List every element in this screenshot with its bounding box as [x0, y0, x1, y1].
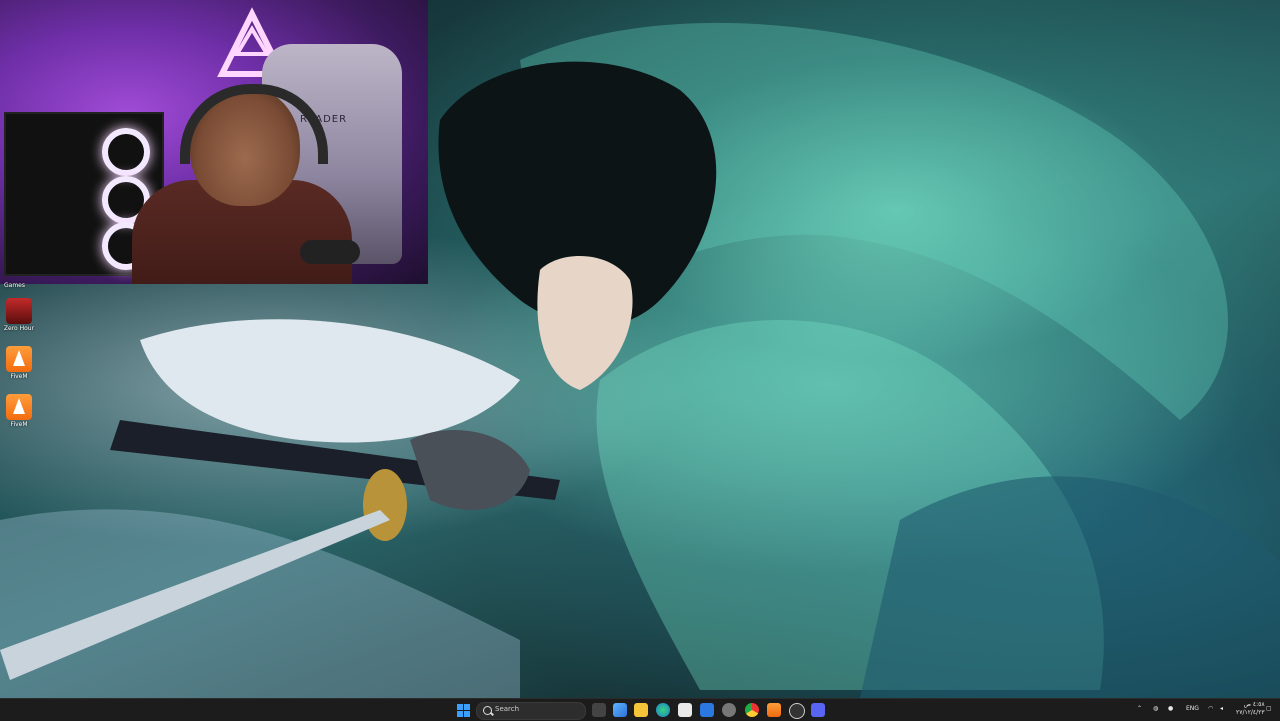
file-explorer-icon[interactable]: [634, 703, 648, 717]
store-icon[interactable]: [678, 703, 692, 717]
discord-icon[interactable]: [811, 703, 825, 717]
obs-icon[interactable]: [789, 703, 805, 719]
desktop-icon-fivem[interactable]: FiveM: [2, 346, 36, 380]
desktop-icon-label: FiveM: [10, 373, 28, 380]
mic-icon[interactable]: ●: [1168, 705, 1173, 712]
microphone: [300, 240, 360, 264]
clock-time: ٤:٥٨ ص: [1243, 701, 1265, 708]
search-icon: [483, 706, 492, 715]
fivem-icon[interactable]: [767, 703, 781, 717]
desktop-icon-fivem-2[interactable]: FiveM: [2, 394, 36, 428]
desktop-icon-label: FiveM: [10, 421, 28, 428]
clock-date: ٢٧/١٢/٤/٢٣: [1236, 709, 1265, 716]
task-view-icon[interactable]: [592, 703, 606, 717]
network-icon[interactable]: ◍: [1153, 705, 1158, 712]
search-input[interactable]: Search: [476, 702, 586, 720]
notification-icon[interactable]: ▢: [1266, 705, 1272, 712]
volume-icon[interactable]: ◂: [1220, 705, 1223, 712]
search-placeholder: Search: [495, 705, 520, 713]
widgets-icon[interactable]: [613, 703, 627, 717]
games-label: Games: [4, 282, 25, 289]
start-button[interactable]: [456, 703, 470, 717]
mail-icon[interactable]: [700, 703, 714, 717]
chrome-icon[interactable]: [745, 703, 759, 717]
fivem-icon: [6, 394, 32, 420]
webcam-overlay: READER: [0, 0, 428, 284]
settings-icon[interactable]: [722, 703, 736, 717]
desktop-icon-zero-hour[interactable]: Zero Hour: [2, 298, 36, 332]
language-indicator[interactable]: ENG: [1186, 705, 1199, 712]
edge-icon[interactable]: [656, 703, 670, 717]
clock[interactable]: ٤:٥٨ ص ٢٧/١٢/٤/٢٣: [1236, 701, 1265, 717]
taskbar: Search ⌃ ◍ ● ENG ◠ ◂ ٤:٥٨ ص ٢٧/١٢/٤/٢٣ ▢: [0, 698, 1280, 721]
tray-overflow-icon[interactable]: ⌃: [1137, 705, 1142, 712]
zero-hour-icon: [6, 298, 32, 324]
fivem-icon: [6, 346, 32, 372]
desktop-icon-label: Zero Hour: [3, 325, 35, 332]
wifi-icon[interactable]: ◠: [1208, 705, 1213, 712]
